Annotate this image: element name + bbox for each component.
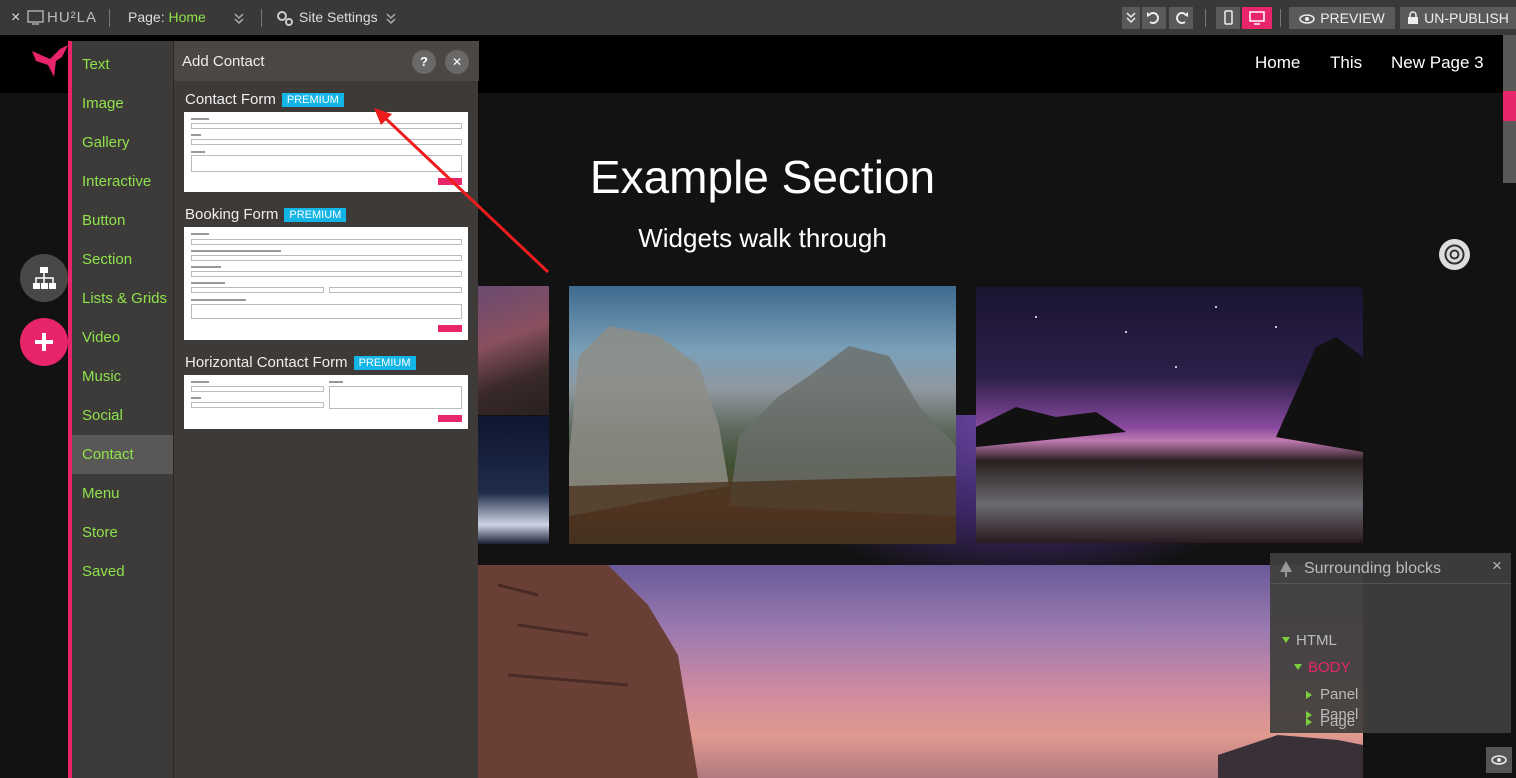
- gallery-image-yosemite-valley[interactable]: [569, 286, 956, 544]
- eye-icon[interactable]: [1486, 747, 1512, 773]
- chevron-down-icon[interactable]: [385, 0, 397, 35]
- collapse-icon[interactable]: [1122, 7, 1140, 29]
- sidebar-item-contact[interactable]: Contact: [72, 435, 173, 474]
- sidebar-item-social[interactable]: Social: [72, 396, 173, 435]
- site-canvas[interactable]: Home This New Page 3 Example Section Wid…: [0, 35, 1516, 778]
- target-icon[interactable]: [1439, 239, 1470, 270]
- nav-home[interactable]: Home: [1255, 53, 1300, 73]
- panel-header: Add Contact ? ✕: [174, 41, 479, 81]
- sidebar-item-store[interactable]: Store: [72, 513, 173, 552]
- logo: HU²LA: [47, 9, 98, 26]
- close-icon[interactable]: ✕: [445, 50, 469, 74]
- sidebar-item-interactive[interactable]: Interactive: [72, 162, 173, 201]
- widget-title-text: Horizontal Contact Form: [185, 354, 348, 371]
- unpublish-button[interactable]: UN-PUBLISH: [1400, 7, 1516, 29]
- monitor-icon: [26, 0, 46, 35]
- widget-title-text: Booking Form: [185, 206, 279, 223]
- surrounding-blocks-title: Surrounding blocks: [1304, 560, 1441, 577]
- section-subtitle[interactable]: Widgets walk through: [480, 223, 1045, 254]
- widget-category-sidebar: Text Image Gallery Interactive Button Se…: [72, 41, 173, 778]
- close-icon[interactable]: ×: [1492, 556, 1502, 576]
- preview-label: PREVIEW: [1320, 10, 1385, 26]
- hummingbird-logo: [32, 45, 68, 77]
- lock-icon: [1408, 11, 1419, 24]
- help-icon[interactable]: ?: [412, 50, 436, 74]
- page-selector[interactable]: Page: Home: [128, 0, 206, 35]
- annotation-arrow: [374, 108, 550, 274]
- widget-horizontal-contact-form-thumbnail[interactable]: [184, 375, 468, 429]
- sitemap-button[interactable]: [20, 254, 68, 302]
- redo-icon[interactable]: [1169, 7, 1193, 29]
- premium-badge: PREMIUM: [281, 93, 344, 107]
- tree-node-panel[interactable]: Panel: [1306, 706, 1358, 723]
- tree-node-html[interactable]: HTML: [1282, 632, 1337, 649]
- undo-icon[interactable]: [1142, 7, 1166, 29]
- close-icon[interactable]: ×: [11, 0, 20, 35]
- tree-node-body[interactable]: BODY: [1294, 659, 1351, 676]
- sidebar-item-music[interactable]: Music: [72, 357, 173, 396]
- sidebar-item-video[interactable]: Video: [72, 318, 173, 357]
- gear-icon: [276, 0, 294, 35]
- widget-title-text: Contact Form: [185, 91, 276, 108]
- block-toolbar: [1503, 35, 1516, 183]
- sidebar-item-section[interactable]: Section: [72, 240, 173, 279]
- widget-contact-form-title: Contact Form PREMIUM: [185, 91, 344, 108]
- gallery-image-night-river[interactable]: [976, 287, 1363, 543]
- eye-icon: [1299, 14, 1315, 24]
- sidebar-item-lists-grids[interactable]: Lists & Grids: [72, 279, 173, 318]
- widget-booking-form-title: Booking Form PREMIUM: [185, 206, 347, 223]
- page-label: Page:: [128, 9, 165, 25]
- sidebar-item-gallery[interactable]: Gallery: [72, 123, 173, 162]
- surrounding-blocks-header: Surrounding blocks ×: [1270, 553, 1511, 584]
- gallery-image-2[interactable]: [478, 416, 549, 544]
- section-title[interactable]: Example Section: [480, 150, 1045, 204]
- sidebar-item-saved[interactable]: Saved: [72, 552, 173, 591]
- panel-title: Add Contact: [182, 53, 265, 70]
- chevron-down-icon[interactable]: [233, 0, 245, 35]
- premium-badge: PREMIUM: [284, 208, 347, 222]
- page-value: Home: [168, 9, 206, 25]
- tree-node-label: BODY: [1308, 659, 1351, 676]
- tree-icon: [1280, 561, 1292, 577]
- gallery-image-el-capitan[interactable]: [478, 565, 1363, 778]
- sidebar-item-image[interactable]: Image: [72, 84, 173, 123]
- sidebar-item-menu[interactable]: Menu: [72, 474, 173, 513]
- premium-badge: PREMIUM: [353, 356, 416, 370]
- gallery-image-1[interactable]: [478, 286, 549, 415]
- editor-toolbar: × HU²LA Page: Home Site Settings PREVIEW…: [0, 0, 1516, 35]
- nav-new-page-3[interactable]: New Page 3: [1391, 53, 1484, 73]
- sidebar-item-button[interactable]: Button: [72, 201, 173, 240]
- tree-node-label: Panel: [1320, 706, 1359, 723]
- unpublish-label: UN-PUBLISH: [1424, 10, 1509, 26]
- plus-icon: [35, 333, 53, 351]
- desktop-icon[interactable]: [1242, 7, 1272, 29]
- mobile-icon[interactable]: [1216, 7, 1240, 29]
- preview-button[interactable]: PREVIEW: [1289, 7, 1395, 29]
- nav-this[interactable]: This: [1330, 53, 1362, 73]
- tree-node-label: Panel: [1320, 686, 1359, 703]
- sidebar-item-text[interactable]: Text: [72, 45, 173, 84]
- widget-horizontal-contact-form-title: Horizontal Contact Form PREMIUM: [185, 354, 416, 371]
- sitemap-icon: [33, 267, 56, 289]
- add-widget-button[interactable]: [20, 318, 68, 366]
- site-settings-button[interactable]: Site Settings: [299, 0, 378, 35]
- tree-node-panel[interactable]: Panel: [1306, 686, 1358, 703]
- tree-node-label: HTML: [1296, 632, 1337, 649]
